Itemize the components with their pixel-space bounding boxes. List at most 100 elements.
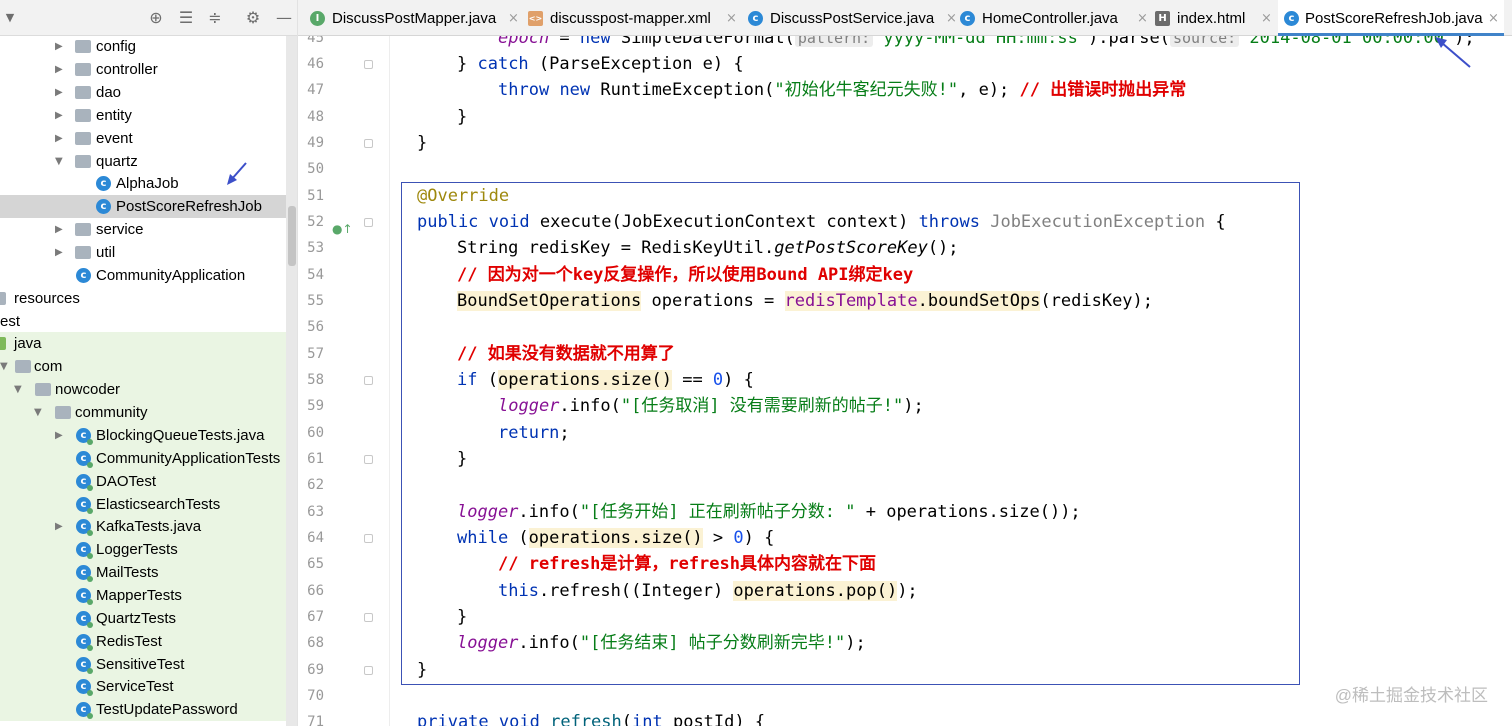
class-icon: c bbox=[960, 11, 975, 26]
line-number: 61 bbox=[307, 451, 324, 467]
tree-item-communityapplication[interactable]: c CommunityApplication bbox=[0, 264, 286, 287]
close-icon[interactable]: × bbox=[726, 0, 737, 38]
tree-item-label: SensitiveTest bbox=[96, 656, 185, 673]
tab-homecontroller[interactable]: c HomeController.java × bbox=[960, 0, 1150, 36]
tree-item-blockingqueuetests[interactable]: ▶ c BlockingQueueTests.java bbox=[0, 424, 286, 447]
chevron-right-icon[interactable]: ▶ bbox=[55, 127, 67, 150]
tab-label: PostScoreRefreshJob.java bbox=[1305, 10, 1483, 27]
chevron-right-icon[interactable]: ▶ bbox=[55, 515, 67, 538]
tree-item-config[interactable]: ▶ config bbox=[0, 35, 286, 58]
parameter-hint: source: bbox=[1169, 36, 1240, 47]
close-icon[interactable]: × bbox=[1137, 0, 1148, 38]
tree-item-controller[interactable]: ▶ controller bbox=[0, 58, 286, 81]
code-token: } bbox=[457, 54, 478, 74]
chevron-down-icon[interactable]: ▼ bbox=[34, 401, 46, 424]
code-line-57: // 如果没有数据就不用算了 bbox=[457, 344, 675, 364]
tree-item-label: controller bbox=[96, 61, 158, 78]
tree-item-nowcoder[interactable]: ▼ nowcoder bbox=[0, 378, 286, 401]
target-icon[interactable]: ⊕ bbox=[146, 8, 166, 28]
tab-discusspostmapper[interactable]: I DiscussPostMapper.java × bbox=[310, 0, 519, 38]
code-token: refresh bbox=[550, 712, 622, 726]
code-token: redisTemplate bbox=[784, 291, 918, 311]
tree-item-dao[interactable]: ▶ dao bbox=[0, 81, 286, 104]
tree-item-community[interactable]: ▼ community bbox=[0, 401, 286, 424]
tree-item-daotest[interactable]: c DAOTest bbox=[0, 470, 286, 493]
fold-marker-icon[interactable] bbox=[364, 139, 373, 148]
code-token: return bbox=[498, 423, 560, 443]
tree-item-sensitivetest[interactable]: c SensitiveTest bbox=[0, 653, 286, 676]
fold-marker-icon[interactable] bbox=[364, 666, 373, 675]
code-editor[interactable]: 45 46 47 48 49 50 51 52 53 54 55 56 57 5… bbox=[298, 36, 1512, 726]
tree-item-entity[interactable]: ▶ entity bbox=[0, 104, 286, 127]
chevron-right-icon[interactable]: ▶ bbox=[55, 241, 67, 264]
collapse-all-icon[interactable]: ≑ bbox=[205, 8, 225, 28]
chevron-right-icon[interactable]: ▶ bbox=[55, 35, 67, 58]
chevron-down-icon[interactable]: ▼ bbox=[55, 150, 67, 173]
code-line-63: logger.info("[任务开始] 正在刷新帖子分数: " + operat… bbox=[457, 499, 1081, 525]
close-icon[interactable]: × bbox=[508, 0, 519, 38]
dropdown-arrow-icon[interactable]: ▼ bbox=[0, 8, 20, 28]
fold-marker-icon[interactable] bbox=[364, 60, 373, 69]
tree-item-mappertests[interactable]: c MapperTests bbox=[0, 584, 286, 607]
chevron-right-icon[interactable]: ▶ bbox=[55, 424, 67, 447]
chevron-right-icon[interactable]: ▶ bbox=[55, 81, 67, 104]
close-icon[interactable]: × bbox=[1488, 0, 1499, 38]
close-icon[interactable]: × bbox=[946, 0, 957, 38]
expand-all-icon[interactable]: ☰ bbox=[176, 8, 196, 28]
code-token: .boundSetOps bbox=[917, 291, 1041, 311]
tree-item-mailtests[interactable]: c MailTests bbox=[0, 561, 286, 584]
tree-item-resources[interactable]: resources bbox=[0, 287, 286, 310]
scrollbar-thumb[interactable] bbox=[288, 206, 296, 266]
chevron-right-icon[interactable]: ▶ bbox=[55, 218, 67, 241]
code-token: ; bbox=[559, 423, 570, 443]
tree-item-util[interactable]: ▶ util bbox=[0, 241, 286, 264]
chevron-down-icon[interactable]: ▼ bbox=[0, 355, 12, 378]
line-number: 63 bbox=[307, 504, 324, 520]
minimize-icon[interactable]: — bbox=[274, 8, 294, 28]
code-line-65: // refresh是计算，refresh具体内容就在下面 bbox=[498, 554, 876, 574]
tree-item-quartztests[interactable]: c QuartzTests bbox=[0, 607, 286, 630]
code-line-68: logger.info("[任务结束] 帖子分数刷新完毕!"); bbox=[457, 630, 866, 656]
tree-item-kafkatests[interactable]: ▶ c KafkaTests.java bbox=[0, 515, 286, 538]
code-token: "yyyy-MM-dd HH:mm:ss" bbox=[873, 36, 1089, 48]
folder-icon bbox=[55, 406, 71, 419]
tree-item-com[interactable]: ▼ com bbox=[0, 355, 286, 378]
tree-item-redistest[interactable]: c RedisTest bbox=[0, 630, 286, 653]
tree-item-communityapplicationtests[interactable]: c CommunityApplicationTests bbox=[0, 447, 286, 470]
tree-item-label: AlphaJob bbox=[116, 175, 179, 192]
chevron-right-icon[interactable]: ▶ bbox=[55, 104, 67, 127]
tree-item-java[interactable]: java bbox=[0, 332, 286, 355]
code-line-53: String redisKey = RedisKeyUtil.getPostSc… bbox=[457, 235, 959, 261]
tree-item-postscorerefreshjob[interactable]: c PostScoreRefreshJob bbox=[0, 195, 286, 218]
code-line-64: while (operations.size() > 0) { bbox=[457, 525, 774, 551]
fold-marker-icon[interactable] bbox=[364, 534, 373, 543]
fold-marker-icon[interactable] bbox=[364, 218, 373, 227]
tree-item-testupdatepassword[interactable]: c TestUpdatePassword bbox=[0, 698, 286, 721]
tab-index-html[interactable]: H index.html × bbox=[1155, 0, 1275, 36]
tab-postscorerefreshjob[interactable]: c PostScoreRefreshJob.java × bbox=[1278, 0, 1504, 36]
tree-item-servicetest[interactable]: c ServiceTest bbox=[0, 675, 286, 698]
implements-method-icon[interactable]: ●↑ bbox=[332, 222, 353, 236]
tree-item-event[interactable]: ▶ event bbox=[0, 127, 286, 150]
code-token: 0 bbox=[712, 370, 724, 390]
fold-marker-icon[interactable] bbox=[364, 455, 373, 464]
fold-marker-icon[interactable] bbox=[364, 376, 373, 385]
gear-icon[interactable]: ⚙ bbox=[243, 8, 263, 28]
tab-discusspost-mapper-xml[interactable]: <> discusspost-mapper.xml × bbox=[528, 0, 750, 36]
tree-item-test[interactable]: est bbox=[0, 310, 286, 333]
tree-item-label: quartz bbox=[96, 153, 138, 170]
code-line-51: @Override bbox=[417, 186, 510, 206]
code-token: "[任务开始] 正在刷新帖子分数: " bbox=[579, 502, 856, 522]
editor-tab-bar: I DiscussPostMapper.java × <> discusspos… bbox=[298, 0, 1512, 36]
tree-item-loggertests[interactable]: c LoggerTests bbox=[0, 538, 286, 561]
tree-item-elasticsearchtests[interactable]: c ElasticsearchTests bbox=[0, 493, 286, 516]
chevron-down-icon[interactable]: ▼ bbox=[14, 378, 26, 401]
sidebar-scrollbar[interactable] bbox=[286, 36, 297, 726]
tab-discusspostservice[interactable]: c DiscussPostService.java × bbox=[748, 0, 960, 36]
tree-item-service[interactable]: ▶ service bbox=[0, 218, 286, 241]
code-line-69: } bbox=[417, 660, 428, 680]
fold-marker-icon[interactable] bbox=[364, 613, 373, 622]
chevron-right-icon[interactable]: ▶ bbox=[55, 58, 67, 81]
close-icon[interactable]: × bbox=[1261, 0, 1272, 38]
tab-label: discusspost-mapper.xml bbox=[550, 10, 711, 27]
